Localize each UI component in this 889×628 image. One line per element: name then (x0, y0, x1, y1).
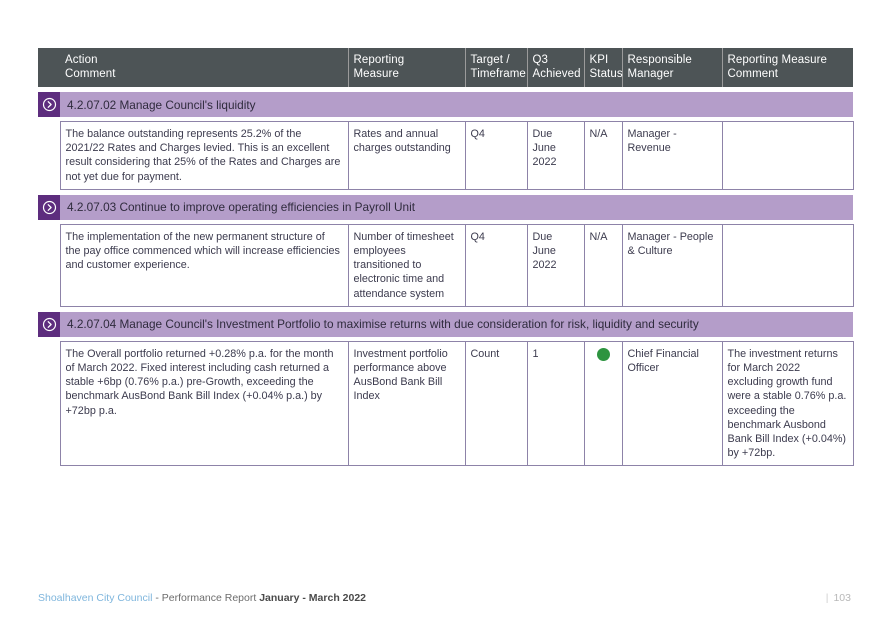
section-band-cell: 4.2.07.02 Manage Council's liquidity (38, 87, 853, 122)
section-title: 4.2.07.03 Continue to improve operating … (67, 200, 415, 215)
section-band-row: 4.2.07.04 Manage Council's Investment Po… (38, 306, 853, 341)
cell-reporting-measure-comment (721, 223, 854, 307)
column-header-kpi-status-line1: KPI (589, 54, 609, 66)
column-header-reporting-measure-comment-line2: Comment (727, 68, 779, 80)
status-badge-green-dot (596, 347, 610, 361)
footer-report-label: - Performance Report (152, 592, 260, 604)
chevron-right-circle-icon[interactable] (38, 92, 60, 117)
cell-q3-achieved: Due June 2022 (526, 223, 585, 307)
section-band: 4.2.07.04 Manage Council's Investment Po… (38, 311, 853, 337)
cell-target-timeframe: Q4 (464, 121, 528, 190)
cell-kpi-status (583, 340, 623, 467)
column-header-reporting-measure-line2: Measure (353, 68, 399, 80)
cell-reporting-measure: Number of timesheet employees transition… (347, 223, 466, 307)
column-header-q3-achieved: Q3 Achieved (527, 48, 585, 87)
section-band: 4.2.07.02 Manage Council's liquidity (38, 92, 853, 117)
footer-report-period: January - March 2022 (259, 592, 367, 604)
table-header-row: Action Comment Reporting Measure Target … (38, 48, 853, 87)
column-header-reporting-measure-comment-line1: Reporting Measure (727, 54, 828, 66)
header-gutter (38, 48, 60, 87)
cell-q3-achieved: 1 (526, 340, 585, 467)
footer-text: Shoalhaven City Council - Performance Re… (38, 591, 366, 605)
column-header-action-line1: Action (65, 54, 98, 66)
cell-reporting-measure: Investment portfolio performance above A… (347, 340, 466, 467)
column-header-reporting-measure-comment: Reporting Measure Comment (722, 48, 853, 87)
column-header-responsible-manager: Responsible Manager (622, 48, 723, 87)
cell-action-comment: The Overall portfolio returned +0.28% p.… (59, 340, 349, 467)
cell-target-timeframe: Count (464, 340, 528, 467)
cell-q3-achieved: Due June 2022 (526, 121, 585, 190)
cell-kpi-status: N/A (583, 223, 623, 307)
page-footer: Shoalhaven City Council - Performance Re… (38, 591, 851, 605)
column-header-kpi-status: KPI Status (584, 48, 623, 87)
page-number: 103 (833, 592, 851, 604)
performance-report-table: Action Comment Reporting Measure Target … (38, 48, 854, 467)
cell-reporting-measure-comment (721, 121, 854, 190)
column-header-q3-achieved-line2: Achieved (532, 68, 581, 80)
section-band-cell: 4.2.07.04 Manage Council's Investment Po… (38, 306, 853, 341)
cell-reporting-measure: Rates and annual charges outstanding (347, 121, 466, 190)
report-table: Action Comment Reporting Measure Target … (38, 48, 854, 467)
table-row: The Overall portfolio returned +0.28% p.… (38, 340, 854, 467)
cell-reporting-measure-comment: The investment returns for March 2022 ex… (721, 340, 854, 467)
column-header-responsible-manager-line1: Responsible (627, 54, 692, 66)
cell-target-timeframe: Q4 (464, 223, 528, 307)
cell-action-comment: The implementation of the new permanent … (59, 223, 349, 307)
chevron-right-circle-icon[interactable] (38, 194, 60, 220)
column-header-reporting-measure: Reporting Measure (348, 48, 466, 87)
column-header-responsible-manager-line2: Manager (627, 68, 674, 80)
column-header-kpi-status-line2: Status (589, 68, 623, 80)
section-band-row: 4.2.07.02 Manage Council's liquidity (38, 87, 853, 122)
column-header-target-timeframe-line2: Timeframe (470, 68, 526, 80)
column-header-action-line2: Comment (65, 68, 116, 80)
column-header-target-timeframe-line1: Target / (470, 54, 510, 66)
column-header-reporting-measure-line1: Reporting (353, 54, 405, 66)
cell-responsible-manager: Manager - Revenue (621, 121, 723, 190)
cell-responsible-manager: Manager - People & Culture (621, 223, 723, 307)
footer-page-indicator: | 103 (826, 591, 851, 605)
chevron-right-circle-icon[interactable] (38, 311, 60, 337)
section-band-row: 4.2.07.03 Continue to improve operating … (38, 189, 853, 224)
row-gutter (38, 121, 60, 190)
row-gutter (38, 224, 60, 307)
column-header-action: Action Comment (60, 48, 349, 87)
table-header: Action Comment Reporting Measure Target … (38, 48, 853, 87)
section-title: 4.2.07.02 Manage Council's liquidity (67, 97, 256, 112)
table-row: The implementation of the new permanent … (38, 223, 854, 307)
cell-kpi-status: N/A (583, 121, 623, 190)
row-gutter (38, 341, 60, 466)
section-band-cell: 4.2.07.03 Continue to improve operating … (38, 189, 853, 224)
cell-responsible-manager: Chief Financial Officer (621, 340, 723, 467)
column-header-target-timeframe: Target / Timeframe (465, 48, 528, 87)
section-title: 4.2.07.04 Manage Council's Investment Po… (67, 317, 699, 332)
footer-council-name: Shoalhaven City Council (38, 592, 153, 604)
table-row: The balance outstanding represents 25.2%… (38, 121, 854, 190)
cell-action-comment: The balance outstanding represents 25.2%… (59, 121, 349, 190)
table-body: 4.2.07.02 Manage Council's liquidity The… (38, 87, 854, 467)
column-header-q3-achieved-line1: Q3 (532, 54, 549, 66)
section-band: 4.2.07.03 Continue to improve operating … (38, 194, 853, 220)
